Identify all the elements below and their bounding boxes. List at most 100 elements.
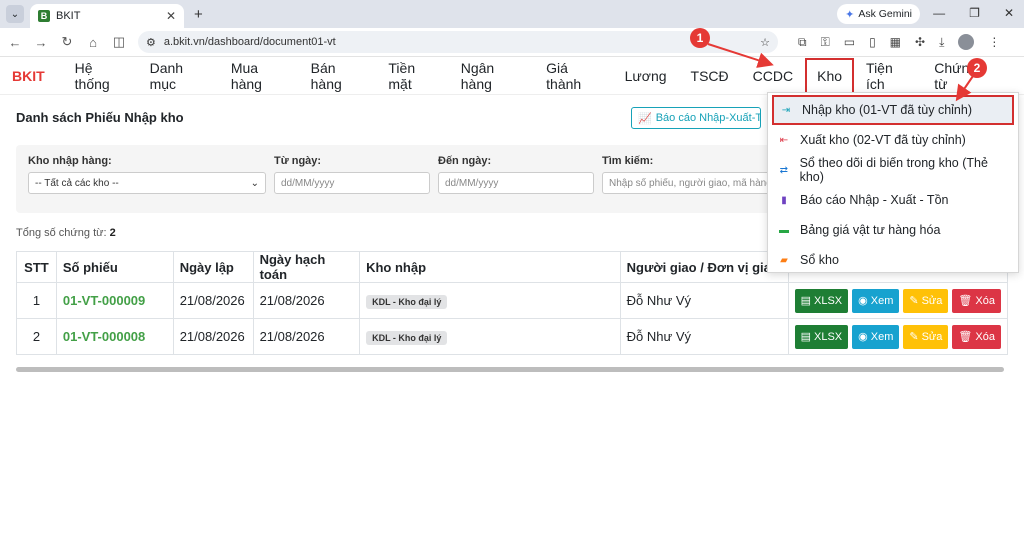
menu-item-label: Sổ theo dõi di biến trong kho (Thẻ kho) xyxy=(799,156,988,184)
split-view-icon[interactable]: ◫ xyxy=(112,34,126,50)
actions-cell: ▤ XLSX ◉ Xem ✎ Sửa 🗑 Xóa xyxy=(787,318,1009,355)
nav-item-ngan-hang[interactable]: Ngân hàng xyxy=(461,60,522,92)
site-info-icon[interactable]: ⚙ xyxy=(146,36,156,49)
edit-button[interactable]: ✎ Sửa xyxy=(903,324,949,349)
home-icon[interactable]: ⌂ xyxy=(86,35,100,50)
extensions-icon[interactable]: ⧉ xyxy=(798,35,807,50)
actions-cell: ▤ XLSX ◉ Xem ✎ Sửa 🗑 Xóa xyxy=(787,282,1009,319)
delete-button[interactable]: 🗑 Xóa xyxy=(952,324,1001,349)
window-controls: — ❐ ✕ xyxy=(933,6,1014,20)
nav-item-tien-ich[interactable]: Tiện ích xyxy=(866,60,910,92)
created-date: 21/08/2026 xyxy=(172,318,254,355)
xlsx-label: XLSX xyxy=(814,294,843,307)
col-deliverer: Người giao / Đơn vị giao xyxy=(619,251,789,283)
search-input[interactable]: Nhập số phiếu, người giao, mã hàng... xyxy=(602,172,772,194)
warehouse-cell: KDL - Kho đại lý xyxy=(359,282,621,319)
minimize-icon[interactable]: — xyxy=(933,6,945,20)
nav-item-gia-thanh[interactable]: Giá thành xyxy=(546,60,600,92)
posted-date: 21/08/2026 xyxy=(252,318,361,355)
restore-icon[interactable]: ❐ xyxy=(969,6,980,20)
nav-item-danh-muc[interactable]: Danh mục xyxy=(150,60,207,92)
table-row: 2 01-VT-000008 21/08/2026 21/08/2026 KDL… xyxy=(16,318,1009,355)
row-stt: 1 xyxy=(16,282,57,319)
posted-date: 21/08/2026 xyxy=(252,282,361,319)
key-icon[interactable]: ⚿ xyxy=(821,35,830,50)
card-icon[interactable]: ▭ xyxy=(844,35,855,49)
excel-icon: ▤ xyxy=(800,295,811,307)
ask-gemini-button[interactable]: ✦ Ask Gemini xyxy=(837,4,920,24)
menu-item-label: Nhập kho (01-VT đã tùy chỉnh) xyxy=(802,103,973,117)
created-date: 21/08/2026 xyxy=(172,282,254,319)
warehouse-select[interactable]: -- Tất cả các kho -- ⌄ xyxy=(28,172,266,194)
forward-icon[interactable]: → xyxy=(34,35,48,50)
to-date-input[interactable]: dd/MM/yyyy xyxy=(438,172,594,194)
warehouse-select-value: -- Tất cả các kho -- xyxy=(35,177,119,189)
xlsx-button[interactable]: ▤ XLSX xyxy=(794,324,849,349)
close-tab-icon[interactable]: ✕ xyxy=(166,9,176,23)
nav-item-he-thong[interactable]: Hệ thống xyxy=(75,60,126,92)
menu-item-bao-cao-nxt[interactable]: ▮ Báo cáo Nhập - Xuất - Tồn xyxy=(768,185,1018,215)
reload-icon[interactable]: ↻ xyxy=(60,34,74,50)
chevron-down-icon: ⌄ xyxy=(250,177,259,189)
tab-search-icon[interactable]: ⌄ xyxy=(6,5,24,23)
report-button[interactable]: 📈 Báo cáo Nhập-Xuất-Tồn xyxy=(631,107,761,129)
nav-item-kho[interactable]: Kho xyxy=(805,57,855,94)
nav-item-ccdc[interactable]: CCDC xyxy=(753,68,793,84)
menu-item-xuat-kho[interactable]: ⇤ Xuất kho (02-VT đã tùy chỉnh) xyxy=(768,125,1018,155)
nav-item-tien-mat[interactable]: Tiền mặt xyxy=(388,60,436,92)
nav-item-luong[interactable]: Lương xyxy=(625,68,667,84)
to-date-label: Đến ngày: xyxy=(438,155,492,167)
tab-title: BKIT xyxy=(56,10,81,22)
table-icon[interactable]: ▦ xyxy=(890,35,901,49)
new-tab-icon[interactable]: + xyxy=(194,6,203,23)
col-stt: STT xyxy=(16,251,57,283)
puzzle-icon[interactable]: ✣ xyxy=(915,35,925,49)
view-button[interactable]: ◉ Xem xyxy=(852,288,900,313)
doc-no-link[interactable]: 01-VT-000008 xyxy=(55,318,174,355)
search-filter: Tìm kiếm: Nhập số phiếu, người giao, mã … xyxy=(602,155,772,203)
view-button[interactable]: ◉ Xem xyxy=(852,324,900,349)
nav-item-mua-hang[interactable]: Mua hàng xyxy=(231,60,287,92)
from-date-input[interactable]: dd/MM/yyyy xyxy=(274,172,430,194)
col-warehouse: Kho nhập xyxy=(359,251,621,283)
menu-item-bang-gia[interactable]: ▬ Bảng giá vật tư hàng hóa xyxy=(768,215,1018,245)
doc-no-link[interactable]: 01-VT-000009 xyxy=(55,282,174,319)
row-stt: 2 xyxy=(16,318,57,355)
edit-button[interactable]: ✎ Sửa xyxy=(903,288,949,313)
delete-button[interactable]: 🗑 Xóa xyxy=(952,288,1001,313)
warehouse-filter-label: Kho nhập hàng: xyxy=(28,155,112,167)
import-icon: ⇥ xyxy=(781,104,791,116)
eye-icon: ◉ xyxy=(858,331,868,343)
nav-item-tscd[interactable]: TSCĐ xyxy=(691,68,729,84)
col-posted-date: Ngày hạch toán xyxy=(252,251,361,283)
close-window-icon[interactable]: ✕ xyxy=(1004,6,1014,20)
brand-logo[interactable]: BKIT xyxy=(12,68,45,84)
book-icon: ▰ xyxy=(780,254,788,266)
table-row: 1 01-VT-000009 21/08/2026 21/08/2026 KDL… xyxy=(16,282,1009,319)
menu-item-label: Sổ kho xyxy=(800,253,839,267)
menu-item-nhap-kho[interactable]: ⇥ Nhập kho (01-VT đã tùy chỉnh) xyxy=(772,95,1014,125)
warehouse-cell: KDL - Kho đại lý xyxy=(359,318,621,355)
ask-gemini-label: Ask Gemini xyxy=(858,8,912,20)
url-field[interactable]: ⚙ a.bkit.vn/dashboard/document01-vt ☆ xyxy=(138,31,778,53)
to-date-filter: Đến ngày: dd/MM/yyyy xyxy=(438,155,594,203)
browser-tab[interactable]: B BKIT ✕ xyxy=(30,4,184,28)
delete-label: Xóa xyxy=(975,294,995,307)
annotation-marker-2: 2 xyxy=(967,58,987,78)
menu-icon[interactable]: ⋮ xyxy=(988,35,1000,49)
horizontal-scrollbar[interactable] xyxy=(16,367,1004,372)
back-icon[interactable]: ← xyxy=(8,35,22,50)
menu-item-so-kho[interactable]: ▰ Sổ kho xyxy=(768,245,1018,275)
reader-icon[interactable]: ▯ xyxy=(869,35,876,49)
exchange-icon: ⇄ xyxy=(779,164,788,176)
profile-avatar[interactable] xyxy=(958,34,975,50)
col-created-date: Ngày lập xyxy=(172,251,254,283)
download-icon[interactable]: ⤓ xyxy=(939,35,944,50)
bookmark-star-icon[interactable]: ☆ xyxy=(760,36,770,49)
nav-item-ban-hang[interactable]: Bán hàng xyxy=(311,60,365,92)
menu-item-label: Xuất kho (02-VT đã tùy chỉnh) xyxy=(800,133,966,147)
xlsx-button[interactable]: ▤ XLSX xyxy=(794,288,849,313)
pencil-icon: ✎ xyxy=(909,331,919,343)
menu-item-the-kho[interactable]: ⇄ Sổ theo dõi di biến trong kho (Thẻ kho… xyxy=(768,155,1018,185)
browser-tab-bar: ⌄ B BKIT ✕ + ✦ Ask Gemini — ❐ ✕ xyxy=(0,0,1024,28)
